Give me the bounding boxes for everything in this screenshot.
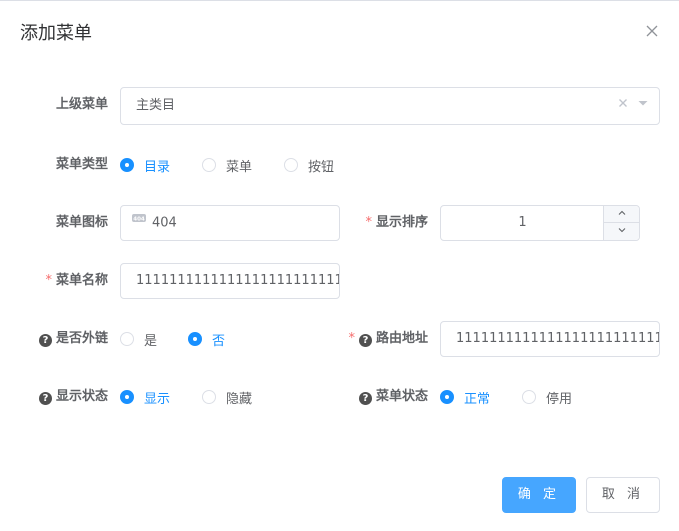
404-icon: 404 — [131, 206, 147, 240]
menu-icon-input[interactable]: 404 404 — [120, 205, 340, 241]
question-icon: ? — [38, 334, 52, 347]
radio-circle — [188, 332, 202, 346]
menu-type-radio-menu[interactable]: 菜单 — [202, 155, 252, 175]
menu-type-radio-button[interactable]: 按钮 — [284, 155, 334, 175]
menu-icon-label: 菜单图标 — [55, 215, 108, 230]
menu-status-label: ? 菜单状态 — [340, 387, 428, 407]
route-path-input[interactable]: 111111111111111111111111111 — [440, 321, 660, 357]
parent-menu-select[interactable]: 主类目 — [120, 87, 660, 125]
add-menu-dialog: 添加菜单 上级菜单 主类目 菜单类型 目录 菜单 按钮 菜单图标 404 404… — [0, 0, 679, 531]
display-order-stepper[interactable]: 1 — [440, 205, 640, 241]
cancel-button[interactable]: 取 消 — [586, 477, 660, 513]
radio-circle — [522, 390, 536, 404]
menu-name-input[interactable]: 111111111111111111111111111 — [120, 263, 340, 299]
increase-button[interactable] — [604, 206, 639, 223]
parent-menu-label: 上级菜单 — [55, 97, 108, 112]
parent-menu-value: 主类目 — [136, 98, 176, 113]
chevron-down-icon — [617, 224, 627, 239]
radio-circle — [284, 158, 298, 172]
menu-name-label: * 菜单名称 — [45, 273, 108, 288]
caret-down-icon[interactable] — [637, 88, 649, 124]
display-order-label: * 显示排序 — [365, 215, 428, 230]
display-order-value[interactable]: 1 — [441, 206, 604, 240]
radio-circle — [202, 390, 216, 404]
is-external-radio-no[interactable]: 否 — [188, 329, 225, 349]
confirm-button[interactable]: 确 定 — [502, 477, 576, 513]
radio-circle — [202, 158, 216, 172]
menu-type-radio-directory[interactable]: 目录 — [120, 155, 170, 175]
menu-icon-value: 404 — [152, 215, 177, 231]
chevron-up-icon — [617, 207, 627, 222]
display-status-radio-show[interactable]: 显示 — [120, 387, 170, 407]
route-path-value: 111111111111111111111111111 — [456, 331, 660, 346]
question-icon: ? — [38, 392, 52, 405]
route-path-label: *? 路由地址 — [348, 331, 428, 347]
radio-circle — [120, 390, 134, 404]
display-status-label: ? 显示状态 — [20, 387, 108, 407]
is-external-radio-yes[interactable]: 是 — [120, 329, 157, 349]
radio-circle — [120, 158, 134, 172]
menu-type-label: 菜单类型 — [55, 157, 108, 172]
close-icon[interactable] — [642, 21, 662, 41]
svg-text:404: 404 — [133, 217, 145, 223]
menu-status-radio-disabled[interactable]: 停用 — [522, 387, 572, 407]
is-external-label: ? 是否外链 — [20, 329, 108, 349]
radio-circle — [120, 332, 134, 346]
menu-name-value: 111111111111111111111111111 — [136, 273, 340, 288]
question-icon: ? — [358, 392, 372, 405]
clear-icon[interactable] — [617, 88, 629, 124]
decrease-button[interactable] — [604, 223, 639, 240]
display-status-radio-hide[interactable]: 隐藏 — [202, 387, 252, 407]
radio-circle — [440, 390, 454, 404]
question-icon: ? — [358, 334, 372, 347]
menu-status-radio-normal[interactable]: 正常 — [440, 387, 490, 407]
dialog-title: 添加菜单 — [20, 23, 92, 44]
